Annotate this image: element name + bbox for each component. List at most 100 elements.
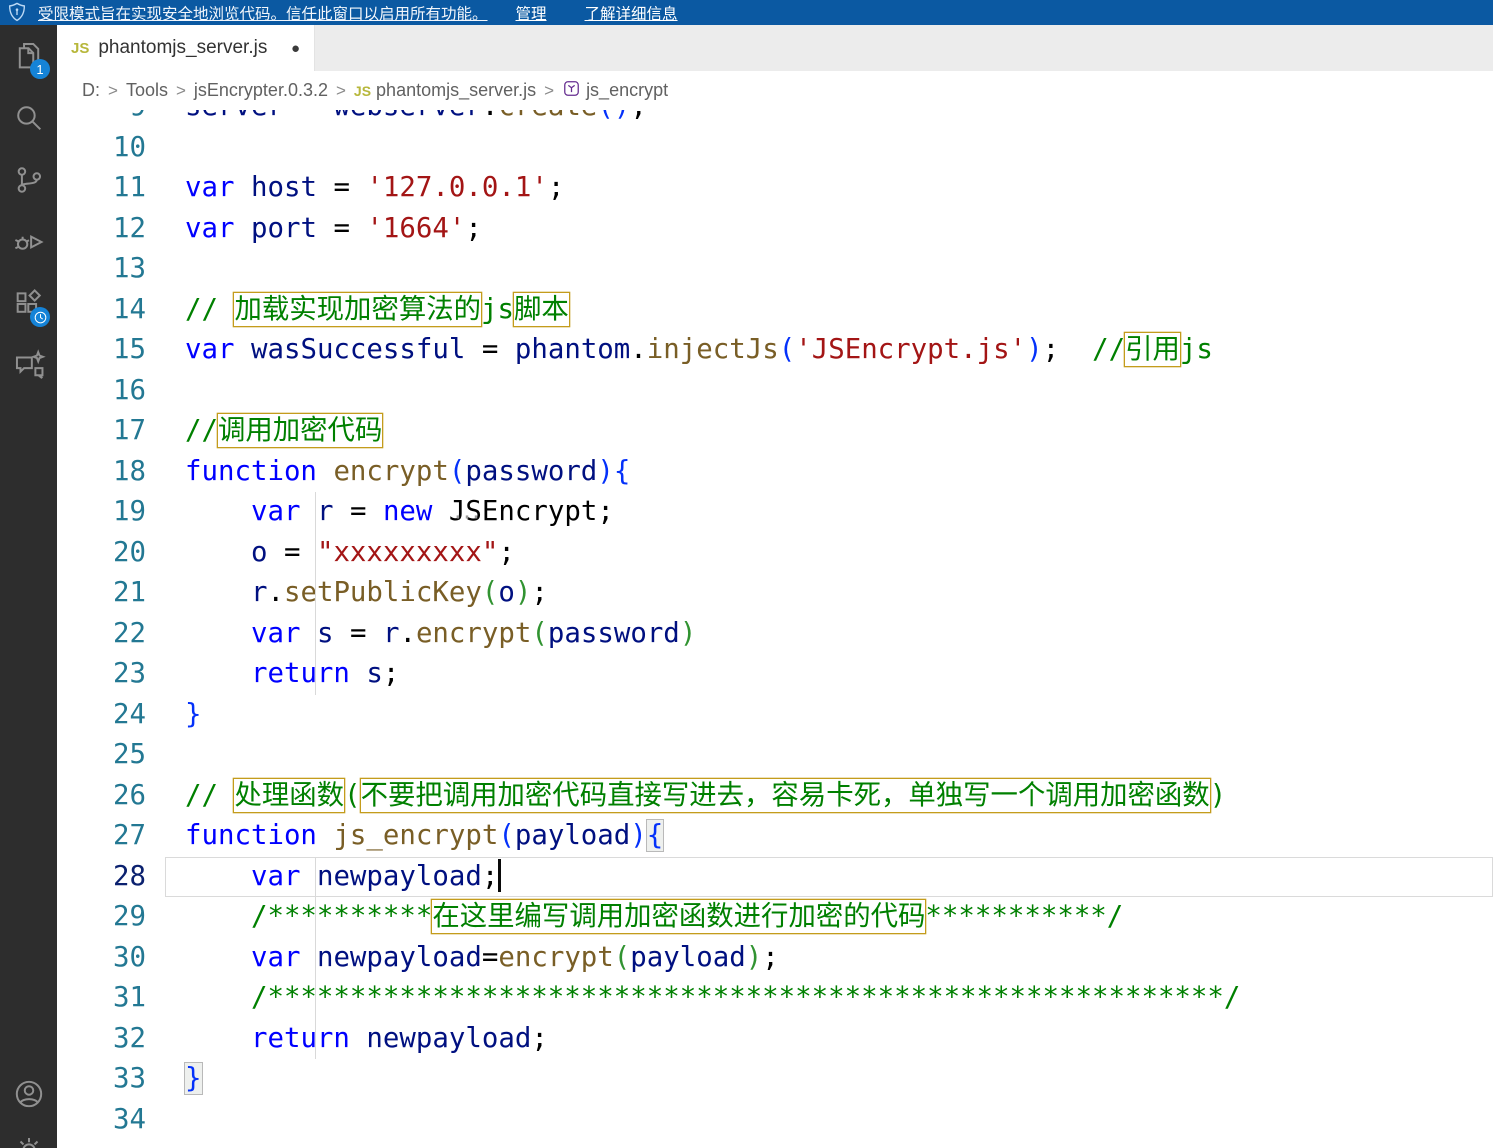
line-content: //调用加密代码: [185, 411, 1493, 452]
code-editor[interactable]: 9server = webserver.create(); 10 11var hos…: [57, 110, 1493, 1148]
code-line-9[interactable]: 9server = webserver.create();: [57, 110, 1493, 128]
code-token: wasSuccessful: [250, 334, 466, 365]
code-line-25[interactable]: 25: [57, 735, 1493, 776]
code-token: o: [498, 577, 515, 608]
code-line-11[interactable]: 11 var host = '127.0.0.1';: [57, 168, 1493, 209]
tab-label: phantomjs_server.js: [98, 37, 268, 58]
activity-bar-bottom: [0, 1066, 57, 1148]
code-token: ): [1026, 334, 1043, 365]
js-file-icon: JS: [353, 82, 372, 99]
indent-guide: [315, 937, 316, 978]
code-token: (: [498, 820, 515, 851]
indent-guide: [315, 1018, 316, 1059]
code-line-12[interactable]: 12 var port = '1664';: [57, 209, 1493, 250]
code-token: ): [630, 820, 647, 851]
code-line-21[interactable]: 21 r.setPublicKey(o);: [57, 573, 1493, 614]
account-icon[interactable]: [0, 1066, 57, 1122]
code-token: .: [399, 617, 416, 649]
explorer-icon[interactable]: 1: [0, 25, 57, 87]
code-line-28[interactable]: 28 var newpayload;: [57, 856, 1493, 897]
code-line-26[interactable]: 26 // 处理函数(不要把调用加密代码直接写进去，容易卡死，单独写一个调用加密函…: [57, 776, 1493, 817]
search-icon[interactable]: [0, 87, 57, 149]
line-content: [185, 128, 1493, 169]
code-line-32[interactable]: 32 return newpayload;: [57, 1018, 1493, 1059]
code-token: 调用加密代码: [217, 415, 383, 446]
code-token: ***********/: [925, 901, 1124, 932]
code-token: }: [185, 698, 202, 730]
code-line-20[interactable]: 20 o = "xxxxxxxxx";: [57, 532, 1493, 573]
line-number: 31: [113, 982, 146, 1013]
line-content: function js_encrypt(payload){: [185, 816, 1493, 857]
indent-guide: [315, 978, 316, 1019]
code-token: s: [316, 617, 334, 649]
code-token: ;: [465, 212, 482, 244]
extensions-update-clock-badge: [30, 307, 50, 327]
line-number: 22: [113, 617, 146, 649]
line-content: /**********在这里编写调用加密函数进行加密的代码***********…: [185, 897, 1493, 938]
code-token: webserver: [333, 110, 481, 122]
code-token: r: [316, 496, 334, 527]
code-line-19[interactable]: 19 var r = new JSEncrypt;: [57, 492, 1493, 533]
code-token: //: [185, 293, 235, 325]
line-number: 16: [113, 374, 146, 406]
breadcrumb: D: > Tools > jsEncrypter.0.3.2 > JS phan…: [57, 71, 1493, 110]
breadcrumb-tools[interactable]: Tools: [126, 80, 168, 101]
code-token: //: [1059, 334, 1126, 365]
code-line-15[interactable]: 15 var wasSuccessful = phantom.injectJs('…: [57, 330, 1493, 371]
code-line-23[interactable]: 23 return s;: [57, 654, 1493, 695]
run-debug-icon[interactable]: [0, 211, 57, 273]
code-token: port: [250, 212, 317, 244]
code-line-31[interactable]: 31 /************************************…: [57, 978, 1493, 1019]
modified-indicator-dot[interactable]: ●: [291, 40, 300, 57]
tab-phantomjs-server[interactable]: JS phantomjs_server.js ●: [57, 25, 315, 71]
indent-guide: [315, 532, 316, 573]
code-line-29[interactable]: 29 /**********在这里编写调用加密函数进行加密的代码********…: [57, 897, 1493, 938]
settings-gear-icon[interactable]: [0, 1122, 57, 1148]
breadcrumb-jsencrypter[interactable]: jsEncrypter.0.3.2: [194, 80, 328, 101]
indent-guide: [315, 654, 316, 695]
line-number: 11: [113, 172, 146, 203]
code-token: r: [382, 617, 400, 649]
line-content: var newpayload=encrypt(payload);: [185, 937, 1493, 978]
line-number: 10: [113, 131, 146, 163]
code-line-13[interactable]: 13: [57, 249, 1493, 290]
chat-icon[interactable]: [0, 335, 57, 397]
code-line-14[interactable]: 14 // 加载实现加密算法的js脚本: [57, 290, 1493, 331]
code-token: (: [344, 779, 361, 811]
code-line-34[interactable]: 34: [57, 1100, 1493, 1141]
code-line-24[interactable]: 24}: [57, 695, 1493, 736]
code-line-18[interactable]: 18 function encrypt(password){: [57, 452, 1493, 493]
line-content: var s = r.encrypt(password): [185, 613, 1493, 654]
code-line-27[interactable]: 27 function js_encrypt(payload){: [57, 816, 1493, 857]
code-line-17[interactable]: 17 //调用加密代码: [57, 411, 1493, 452]
extensions-icon[interactable]: [0, 273, 57, 335]
manage-link[interactable]: 管理: [516, 2, 547, 24]
code-line-22[interactable]: 22 var s = r.encrypt(password): [57, 613, 1493, 654]
breadcrumb-symbol[interactable]: js_encrypt: [562, 79, 668, 103]
learn-more-link[interactable]: 了解详细信息: [585, 2, 678, 24]
code-line-10[interactable]: 10: [57, 128, 1493, 169]
code-token: var: [185, 212, 235, 244]
editor-group: JS phantomjs_server.js ● D: > Tools > js…: [57, 25, 1493, 1148]
chevron-right-icon: >: [175, 80, 186, 100]
line-content: [185, 249, 1493, 290]
code-token: =: [481, 941, 499, 973]
code-token: function: [185, 455, 317, 487]
code-line-30[interactable]: 30 var newpayload=encrypt(payload);: [57, 937, 1493, 978]
code-line-33[interactable]: 33}: [57, 1059, 1493, 1100]
line-number: 18: [113, 455, 146, 487]
code-token: {: [646, 820, 664, 851]
code-token: password: [547, 617, 680, 649]
line-number: 14: [113, 293, 146, 325]
chevron-right-icon: >: [335, 80, 346, 100]
code-line-16[interactable]: 16: [57, 371, 1493, 412]
source-control-icon[interactable]: [0, 149, 57, 211]
code-token: return: [250, 1022, 350, 1054]
breadcrumb-drive[interactable]: D:: [82, 80, 100, 101]
js-file-icon: JS: [71, 39, 90, 57]
line-number: 12: [113, 212, 146, 244]
breadcrumb-file[interactable]: JS phantomjs_server.js: [354, 80, 536, 101]
